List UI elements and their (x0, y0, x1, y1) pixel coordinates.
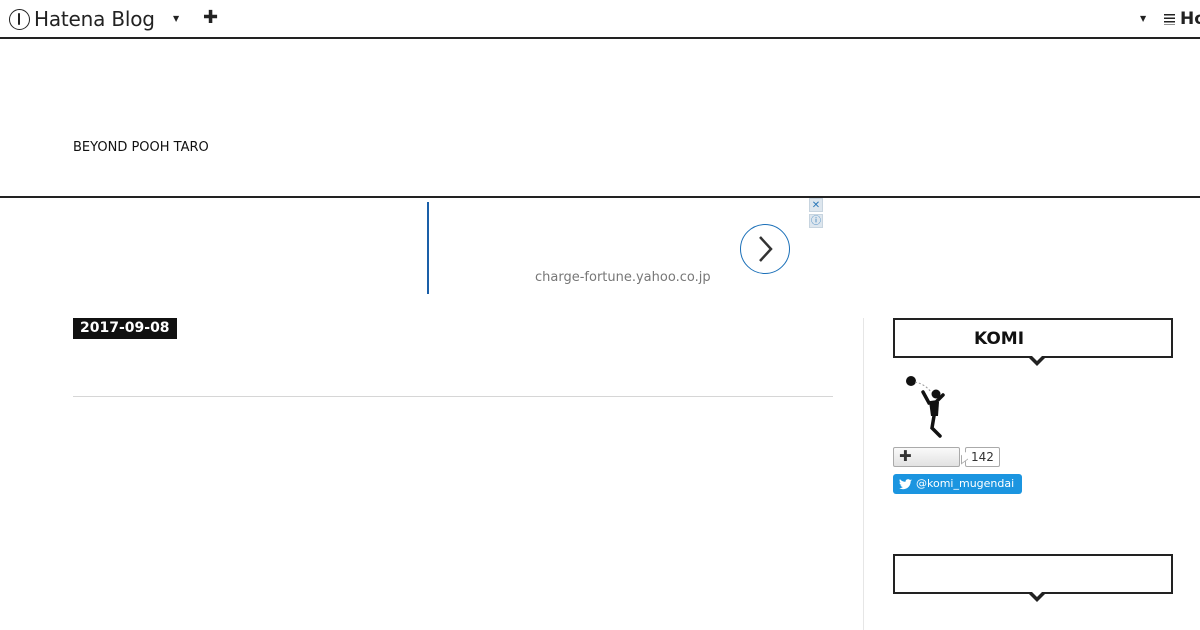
blog-header: BEYOND POOH TARO (0, 39, 1200, 198)
hatena-blog-logo[interactable]: Hatena Blog (9, 6, 155, 32)
chevron-right-icon (759, 236, 773, 262)
subscriber-count[interactable]: 142 (965, 447, 1000, 467)
blog-title[interactable]: BEYOND POOH TARO (73, 140, 209, 155)
sidebar-widget-header (893, 554, 1173, 602)
ad-info-icon[interactable]: ⓘ (809, 214, 823, 228)
account-menu-dropdown-icon[interactable]: ▼ (1140, 14, 1146, 23)
brand-menu-dropdown-icon[interactable]: ▼ (173, 14, 179, 23)
ad-accent-bar (427, 202, 429, 294)
speech-tail (1027, 590, 1047, 602)
global-header: Hatena Blog ▼ ✚ ▼ Ho (0, 0, 1200, 39)
sidebar-divider (863, 318, 864, 630)
ad-arrow-button[interactable] (740, 224, 790, 274)
brand-name: Hatena Blog (34, 7, 155, 31)
ad-close-icon[interactable]: ✕ (809, 198, 823, 212)
twitter-bird-icon (899, 478, 912, 489)
entry-divider (73, 396, 833, 397)
twitter-handle: @komi_mugendai (916, 477, 1015, 490)
subscribe-button[interactable]: ✚ (893, 447, 960, 467)
new-entry-button[interactable]: ✚ (203, 7, 218, 28)
ad-url[interactable]: charge-fortune.yahoo.co.jp (535, 270, 711, 285)
speech-tail (1027, 354, 1047, 366)
advertisement[interactable]: charge-fortune.yahoo.co.jp ✕ ⓘ (427, 198, 823, 294)
hatena-account-link[interactable]: Ho (1164, 9, 1200, 29)
profile-widget-header: KOMI (893, 318, 1173, 366)
menu-lines-icon (1164, 13, 1175, 25)
profile-heading: KOMI (973, 329, 1025, 349)
hatena-logo-icon (9, 8, 30, 30)
right-brand-text: Ho (1180, 9, 1200, 29)
twitter-follow-button[interactable]: @komi_mugendai (893, 474, 1023, 494)
profile-avatar[interactable] (895, 372, 951, 438)
entry-date-badge[interactable]: 2017-09-08 (73, 318, 177, 339)
